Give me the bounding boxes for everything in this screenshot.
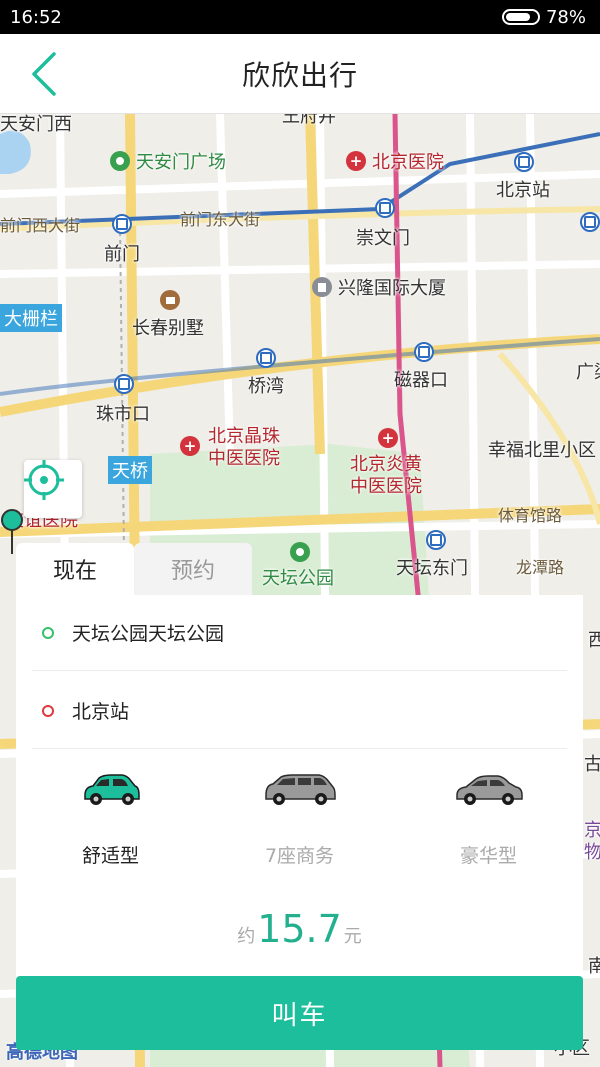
status-time: 16:52	[10, 6, 62, 28]
car-icon	[83, 774, 140, 805]
title-bar: 欣欣出行	[0, 34, 600, 114]
map-label: 兴隆国际大厦	[338, 278, 446, 299]
map-label: 大栅栏	[0, 304, 62, 332]
map-label: 南	[588, 956, 600, 977]
map-label: 北京站	[496, 180, 550, 201]
map-label: 体育馆路	[498, 506, 563, 525]
car-type-7-seat[interactable]: 7座商务	[225, 773, 375, 883]
metro-icon	[112, 214, 132, 234]
back-button[interactable]	[18, 48, 68, 100]
battery-icon	[501, 9, 540, 25]
map-label: 长春别墅	[132, 318, 204, 339]
map-label: 北京晶珠 中医医院	[208, 426, 280, 469]
metro-icon	[375, 198, 395, 218]
map-label: 桥湾	[248, 376, 284, 397]
metro-icon	[414, 342, 434, 362]
crosshair-icon	[24, 460, 64, 500]
car-type-luxury[interactable]: 豪华型	[414, 773, 564, 883]
map-label: 龙潭路	[516, 558, 565, 577]
park-icon	[290, 542, 310, 562]
map-label: 幸福北里小区	[488, 440, 596, 461]
map-label: 天安门广场	[136, 152, 226, 173]
map-label: 西湖	[588, 630, 600, 651]
battery-indicator: 78%	[501, 6, 586, 28]
price-value: 15.7	[257, 907, 342, 951]
map-label: 古园	[584, 754, 600, 775]
metro-icon	[514, 152, 534, 172]
map-label: 京 物	[584, 820, 600, 863]
map-label: 前门东大街	[180, 210, 261, 229]
park-icon	[110, 151, 130, 171]
hospital-icon	[180, 436, 200, 456]
metro-icon	[580, 212, 600, 232]
page-title: 欣欣出行	[241, 58, 358, 92]
map-label: 天坛东门	[396, 558, 468, 579]
car-icon	[264, 774, 336, 805]
building-icon	[312, 277, 332, 297]
chevron-left-icon	[32, 52, 56, 96]
price-estimate: 约15.7 元	[16, 907, 583, 951]
booking-tabs: 现在 预约	[16, 543, 252, 595]
call-car-button[interactable]: 叫车	[16, 976, 583, 1050]
map-label: 天安门西	[0, 114, 72, 135]
car-type-label: 舒适型	[81, 845, 139, 867]
metro-icon	[426, 530, 446, 550]
metro-icon	[114, 374, 134, 394]
tab-reserve[interactable]: 预约	[134, 543, 252, 595]
map-label: 前门西大街	[0, 216, 81, 235]
car-type-label: 7座商务	[264, 845, 335, 867]
car-type-label: 豪华型	[459, 845, 517, 867]
map-label: 崇文门	[356, 228, 410, 249]
destination-dot-icon	[42, 704, 54, 717]
locate-button[interactable]	[24, 460, 82, 518]
map-label: 天坛公园	[262, 568, 334, 589]
origin-text: 天坛公园天坛公园	[72, 623, 225, 645]
battery-percent: 78%	[545, 6, 586, 28]
status-bar: 16:52 78%	[0, 0, 600, 34]
origin-row[interactable]: 天坛公园天坛公园	[32, 595, 567, 671]
map-label: 珠市口	[96, 404, 150, 425]
map-label: 北京炎黄 中医医院	[350, 454, 422, 497]
price-prefix: 约	[237, 926, 256, 947]
map-label: 广渠	[576, 362, 600, 383]
landmark-icon	[160, 290, 180, 310]
metro-icon	[256, 348, 276, 368]
destination-row[interactable]: 北京站	[32, 673, 567, 749]
map-label: 王府井	[282, 114, 336, 127]
map-label: 磁器口	[394, 370, 448, 391]
car-type-selector: 舒适型 7座商务 豪华型	[16, 773, 583, 883]
hospital-icon	[378, 428, 398, 448]
origin-dot-icon	[42, 626, 54, 639]
hospital-icon	[346, 151, 366, 171]
booking-panel: 天坛公园天坛公园 北京站 舒适型 7座商务 豪华型 约15.7 元	[16, 595, 583, 985]
map-label: 天桥	[108, 456, 152, 484]
tab-now[interactable]: 现在	[16, 543, 134, 595]
map-label: 前门	[104, 244, 140, 265]
destination-text: 北京站	[72, 701, 130, 723]
map-label: 北京医院	[372, 152, 444, 173]
car-type-comfort[interactable]: 舒适型	[36, 773, 186, 883]
car-icon	[455, 775, 523, 805]
price-unit: 元	[343, 926, 362, 947]
